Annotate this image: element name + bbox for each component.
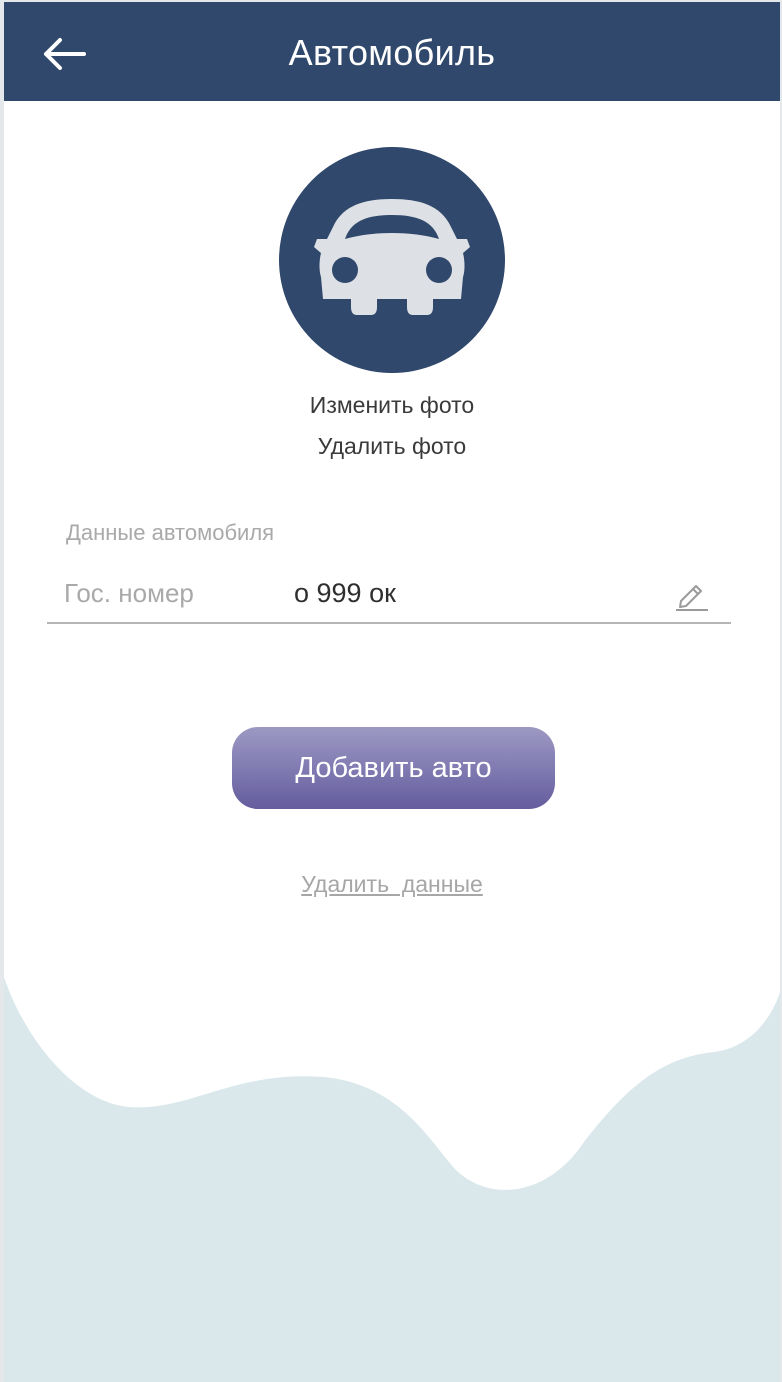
app-screen: Автомобиль Изменить фото Удалить фото Да… — [4, 2, 780, 1382]
page-title: Автомобиль — [288, 32, 496, 73]
delete-data-link[interactable]: Удалить данные — [301, 871, 483, 897]
delete-data-row: Удалить данные — [4, 871, 780, 898]
add-car-button[interactable]: Добавить авто — [232, 727, 555, 809]
edit-plate-button[interactable] — [673, 576, 709, 612]
app-header: Автомобиль — [4, 2, 780, 101]
plate-number-value[interactable]: о 999 ок — [294, 578, 396, 609]
car-avatar[interactable] — [279, 147, 505, 373]
delete-photo-link[interactable]: Удалить фото — [4, 433, 780, 460]
vehicle-section-label: Данные автомобиля — [66, 520, 275, 545]
change-photo-link[interactable]: Изменить фото — [4, 392, 780, 419]
pencil-icon — [676, 585, 708, 611]
plate-number-label: Гос. номер — [64, 578, 194, 608]
plate-number-field[interactable]: Гос. номер о 999 ок — [47, 564, 731, 624]
car-icon — [314, 199, 470, 315]
